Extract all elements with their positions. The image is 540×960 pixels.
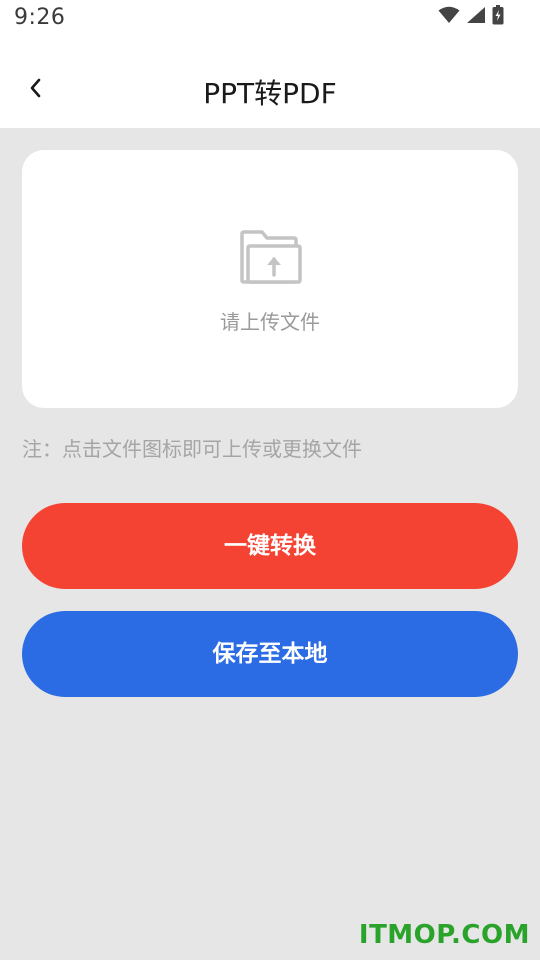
status-icons (438, 5, 504, 29)
upload-note: 注：点击文件图标即可上传或更换文件 (22, 437, 362, 461)
signal-icon (466, 6, 486, 28)
status-time: 9:26 (14, 5, 66, 30)
page-title: PPT转PDF (203, 77, 337, 110)
watermark-logo: ITMOP.COM (358, 920, 530, 950)
convert-button[interactable]: 一键转换 (22, 503, 518, 589)
wifi-icon (438, 6, 460, 28)
battery-icon (492, 5, 504, 29)
save-button[interactable]: 保存至本地 (22, 611, 518, 697)
upload-prompt: 请上传文件 (220, 310, 320, 334)
folder-upload-icon[interactable] (236, 228, 304, 284)
app-header: PPT转PDF (0, 40, 540, 128)
upload-card[interactable]: 请上传文件 (22, 150, 518, 408)
status-bar: 9:26 (0, 0, 540, 40)
